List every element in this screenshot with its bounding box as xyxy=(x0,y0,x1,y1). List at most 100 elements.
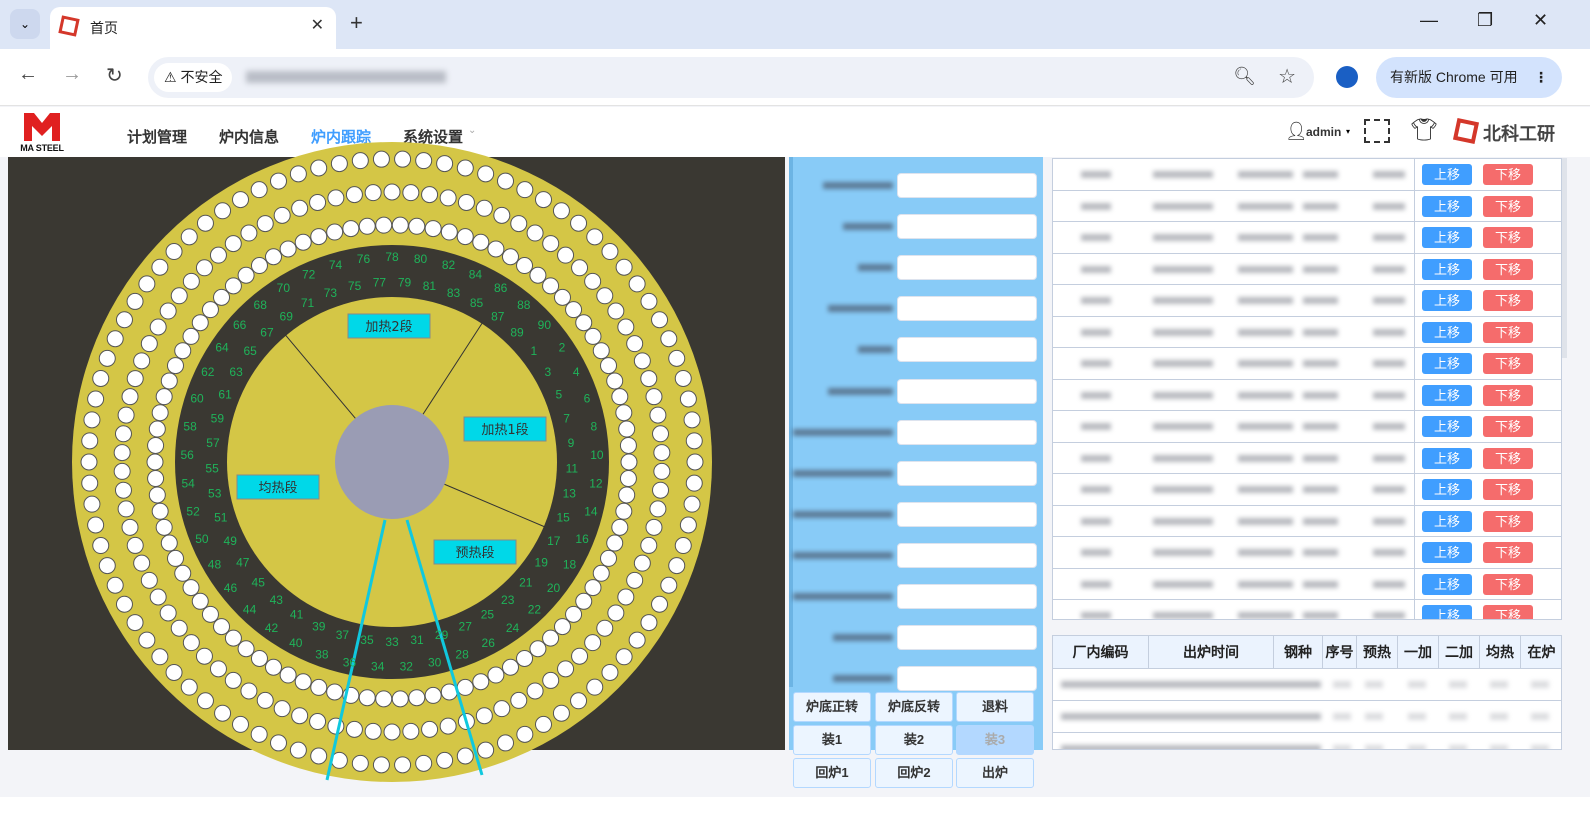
hearth-slot xyxy=(240,224,258,242)
position-number: 88 xyxy=(517,298,531,312)
hearth-slot xyxy=(493,700,511,718)
move-up-button[interactable]: 上移 xyxy=(1422,573,1472,595)
move-up-button[interactable]: 上移 xyxy=(1422,290,1472,311)
form-input[interactable] xyxy=(897,542,1037,568)
update-chrome-button[interactable]: 有新版 Chrome 可用 ⋮ xyxy=(1376,57,1562,98)
column-header[interactable]: 预热 xyxy=(1357,636,1398,669)
hearth-slot xyxy=(439,189,457,207)
position-number: 71 xyxy=(301,296,315,310)
control-button[interactable]: 装2 xyxy=(875,725,953,755)
position-number: 90 xyxy=(538,318,552,332)
move-down-button[interactable]: 下移 xyxy=(1483,510,1533,532)
control-button[interactable]: 出炉 xyxy=(956,758,1034,788)
control-button[interactable]: 退料 xyxy=(956,692,1034,722)
zone-label: 加热1段 xyxy=(481,423,528,438)
move-down-button[interactable]: 下移 xyxy=(1483,290,1533,311)
theme-shirt-icon[interactable]: 👕︎ xyxy=(1410,117,1438,143)
hearth-slot xyxy=(529,266,547,284)
form-input[interactable] xyxy=(897,337,1037,363)
move-up-button[interactable]: 上移 xyxy=(1422,164,1472,185)
move-up-button[interactable]: 上移 xyxy=(1422,353,1472,374)
form-input[interactable] xyxy=(897,255,1037,281)
more-menu-icon[interactable]: ⋮ xyxy=(1534,57,1548,98)
zoom-icon[interactable]: 🔍︎ xyxy=(1233,66,1256,87)
hearth-slot xyxy=(151,258,169,276)
move-down-button[interactable]: 下移 xyxy=(1483,227,1533,248)
hearth-slot xyxy=(601,663,619,681)
bookmark-star-icon[interactable]: ☆ xyxy=(1278,64,1296,89)
control-button[interactable]: 装3 xyxy=(956,725,1034,755)
form-input[interactable] xyxy=(897,625,1037,651)
move-up-button[interactable]: 上移 xyxy=(1422,447,1472,469)
control-button[interactable]: 炉底反转 xyxy=(875,692,953,722)
minimize-icon[interactable]: — xyxy=(1420,10,1438,31)
form-input[interactable] xyxy=(897,214,1037,240)
hearth-slot xyxy=(620,453,638,471)
move-up-button[interactable]: 上移 xyxy=(1422,227,1472,248)
table-cell xyxy=(1373,360,1405,367)
control-button[interactable]: 炉底正转 xyxy=(793,692,871,722)
table-cell xyxy=(1449,681,1467,688)
move-down-button[interactable]: 下移 xyxy=(1483,384,1533,406)
move-down-button[interactable]: 下移 xyxy=(1483,195,1533,217)
form-input[interactable] xyxy=(897,296,1037,322)
form-input[interactable] xyxy=(897,460,1037,486)
form-input[interactable] xyxy=(897,666,1037,692)
move-up-button[interactable]: 上移 xyxy=(1422,384,1472,406)
move-up-button[interactable]: 上移 xyxy=(1422,321,1472,343)
form-input[interactable] xyxy=(897,419,1037,445)
queue-scrollbar[interactable] xyxy=(1562,158,1567,358)
hearth-slot xyxy=(133,352,151,370)
column-header[interactable]: 均热 xyxy=(1480,636,1521,669)
column-header[interactable]: 一加 xyxy=(1398,636,1439,669)
move-up-button[interactable]: 上移 xyxy=(1422,479,1472,500)
form-input[interactable] xyxy=(897,501,1037,527)
form-input[interactable] xyxy=(897,378,1037,404)
column-header[interactable]: 序号 xyxy=(1323,636,1357,669)
column-header[interactable]: 厂内编码 xyxy=(1053,636,1149,669)
hearth-slot xyxy=(149,318,167,336)
hearth-slot xyxy=(683,495,701,513)
move-up-button[interactable]: 上移 xyxy=(1422,258,1472,280)
fullscreen-icon[interactable] xyxy=(1364,119,1390,143)
move-down-button[interactable]: 下移 xyxy=(1483,258,1533,280)
move-down-button[interactable]: 下移 xyxy=(1483,542,1533,563)
form-input[interactable] xyxy=(897,584,1037,609)
hearth-slot xyxy=(653,462,671,480)
move-down-button[interactable]: 下移 xyxy=(1483,416,1533,437)
form-input[interactable] xyxy=(897,173,1037,198)
hearth-slot xyxy=(345,720,363,738)
move-down-button[interactable]: 下移 xyxy=(1483,479,1533,500)
profile-avatar[interactable] xyxy=(1336,66,1358,88)
move-down-button[interactable]: 下移 xyxy=(1483,605,1533,619)
move-down-button[interactable]: 下移 xyxy=(1483,321,1533,343)
user-menu[interactable]: admin xyxy=(1306,125,1341,139)
move-down-button[interactable]: 下移 xyxy=(1483,353,1533,374)
move-down-button[interactable]: 下移 xyxy=(1483,573,1533,595)
hearth-slot xyxy=(213,618,231,636)
position-number: 6 xyxy=(584,392,591,406)
move-up-button[interactable]: 上移 xyxy=(1422,195,1472,217)
hearth-slot xyxy=(196,214,214,232)
move-up-button[interactable]: 上移 xyxy=(1422,510,1472,532)
control-button[interactable]: 回炉2 xyxy=(875,758,953,788)
position-number: 48 xyxy=(208,558,222,572)
move-up-button[interactable]: 上移 xyxy=(1422,416,1472,437)
restore-icon[interactable]: ❐ xyxy=(1477,10,1493,31)
move-up-button[interactable]: 上移 xyxy=(1422,542,1472,563)
move-down-button[interactable]: 下移 xyxy=(1483,164,1533,185)
user-icon: 👤︎ xyxy=(1285,121,1308,141)
column-header[interactable]: 出炉时间 xyxy=(1149,636,1274,669)
hearth-slot xyxy=(553,618,571,636)
column-header[interactable]: 钢种 xyxy=(1274,636,1323,669)
close-window-icon[interactable]: ✕ xyxy=(1533,10,1548,31)
move-down-button[interactable]: 下移 xyxy=(1483,447,1533,469)
table-row: 上移 下移 xyxy=(1053,159,1561,191)
table-cell xyxy=(1081,391,1111,399)
control-button[interactable]: 装1 xyxy=(793,725,871,755)
hearth-slot xyxy=(586,228,604,246)
column-header[interactable]: 在炉 xyxy=(1521,636,1561,669)
column-header[interactable]: 二加 xyxy=(1439,636,1480,669)
control-button[interactable]: 回炉1 xyxy=(793,758,871,788)
move-up-button[interactable]: 上移 xyxy=(1422,605,1472,619)
